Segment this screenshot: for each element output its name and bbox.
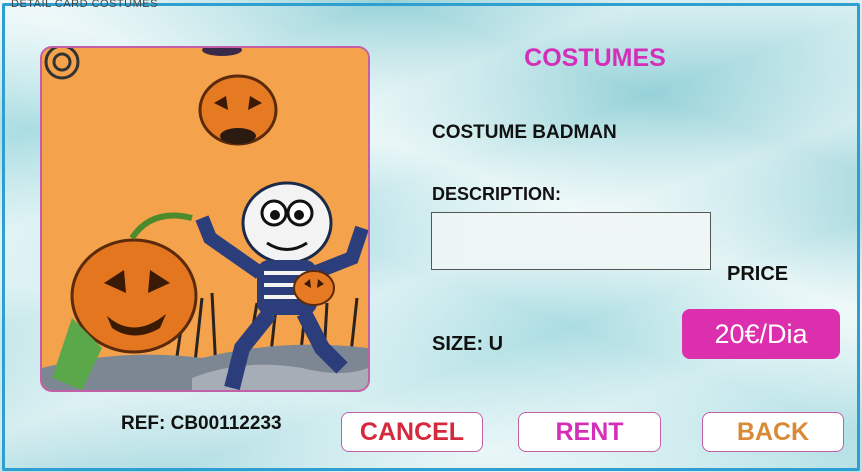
costume-image [40,46,370,392]
rent-button[interactable]: RENT [518,412,661,452]
price-label: PRICE [727,263,789,285]
window-title: DETAIL CARD COSTUMES [11,0,158,10]
description-field[interactable] [431,212,711,270]
halloween-illustration-icon [42,48,368,390]
price-badge: 20€/Dia [682,309,840,359]
page-title: COSTUMES [524,44,666,72]
costume-name: COSTUME BADMAN [432,122,617,143]
description-label: DESCRIPTION: [432,184,562,204]
cancel-button[interactable]: CANCEL [341,412,483,452]
size-label: SIZE: U [432,333,504,355]
back-button[interactable]: BACK [702,412,844,452]
reference-label: REF: CB00112233 [121,413,282,434]
